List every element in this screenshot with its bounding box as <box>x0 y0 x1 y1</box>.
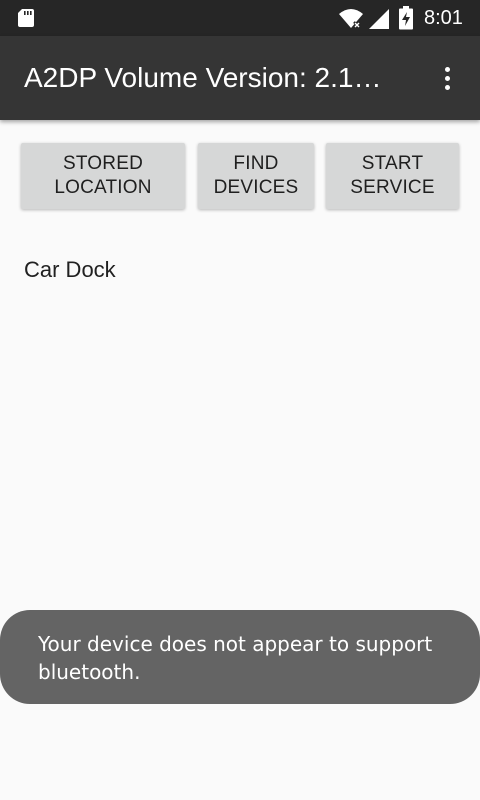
toast-message: Your device does not appear to support b… <box>38 632 433 684</box>
more-vert-icon[interactable] <box>430 60 464 96</box>
sd-card-icon <box>18 9 34 27</box>
app-bar: A2DP Volume Version: 2.1… <box>0 36 480 120</box>
toast: Your device does not appear to support b… <box>0 610 480 704</box>
start-service-button[interactable]: START SERVICE <box>326 143 459 209</box>
status-clock: 8:01 <box>424 7 463 29</box>
app-title: A2DP Volume Version: 2.1… <box>24 62 382 93</box>
battery-charging-icon <box>399 6 413 30</box>
find-devices-button[interactable]: FIND DEVICES <box>198 143 314 209</box>
status-bar: 8:01 <box>0 0 480 36</box>
stored-location-button[interactable]: STORED LOCATION <box>21 143 185 209</box>
list-item-car-dock[interactable]: Car Dock <box>24 252 464 288</box>
screen: 8:01 A2DP Volume Version: 2.1… STORED LO… <box>0 0 480 800</box>
wifi-icon <box>339 9 363 29</box>
cell-signal-icon <box>369 9 389 29</box>
